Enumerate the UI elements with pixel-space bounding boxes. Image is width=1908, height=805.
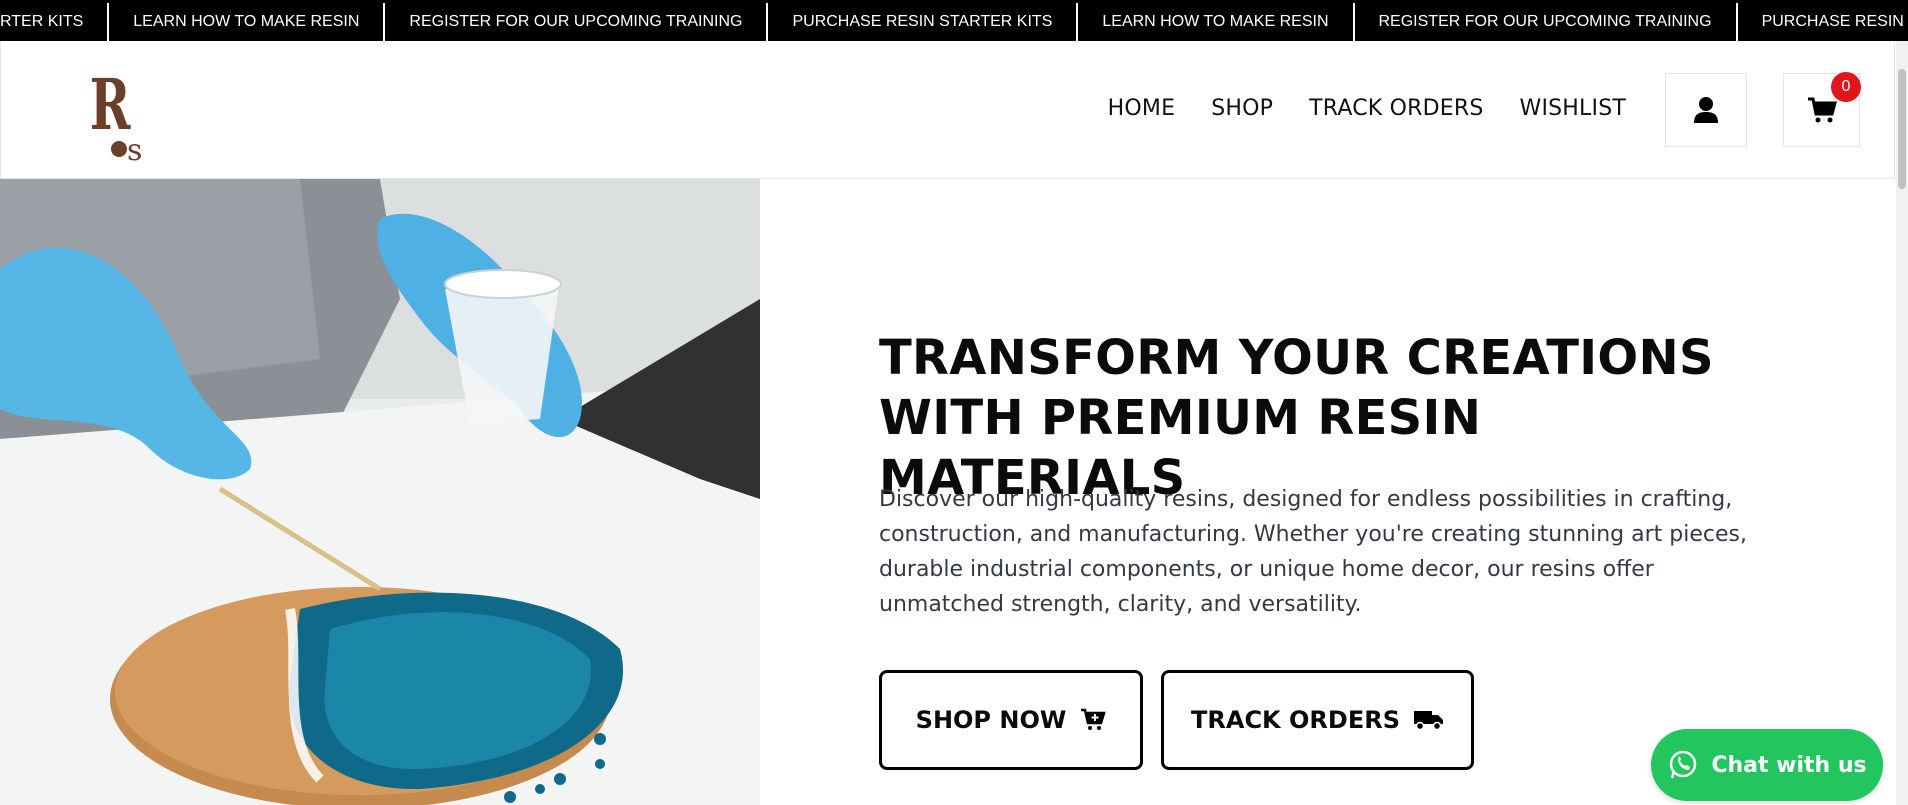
nav-track-orders[interactable]: TRACK ORDERS [1309, 96, 1483, 121]
chat-label: Chat with us [1711, 752, 1867, 778]
main-nav: HOME SHOP TRACK ORDERS WISHLIST [1108, 96, 1626, 121]
shop-now-label: SHOP NOW [915, 706, 1067, 734]
ticker-item[interactable]: RTER KITS [0, 3, 110, 41]
nav-shop[interactable]: SHOP [1211, 96, 1273, 121]
ticker-item[interactable]: PURCHASE RESIN STARTER KI [1737, 3, 1908, 41]
account-button[interactable] [1665, 73, 1747, 147]
ticker-track: RTER KITS LEARN HOW TO MAKE RESIN REGIST… [0, 3, 1908, 41]
hero-description: Discover our high-quality resins, design… [879, 487, 1747, 617]
site-header: R s HOME SHOP TRACK ORDERS WISHLIST 0 [0, 41, 1895, 179]
ticker-item[interactable]: REGISTER FOR OUR UPCOMING TRAINING [1354, 3, 1738, 41]
cart-icon [1807, 97, 1837, 123]
site-logo[interactable]: R s [87, 64, 157, 168]
track-orders-button[interactable]: TRACK ORDERS [1161, 670, 1474, 770]
svg-text:s: s [127, 133, 142, 167]
ticker-item[interactable]: PURCHASE RESIN STARTER KITS [768, 3, 1079, 41]
ticker-item[interactable]: LEARN HOW TO MAKE RESIN [1078, 3, 1355, 41]
ticker-item[interactable]: REGISTER FOR OUR UPCOMING TRAINING [385, 3, 769, 41]
hero-image [0, 179, 760, 805]
user-icon [1694, 97, 1718, 123]
cart-count-badge: 0 [1831, 72, 1861, 102]
chat-button[interactable]: Chat with us [1651, 729, 1883, 801]
ticker-item[interactable]: LEARN HOW TO MAKE RESIN [109, 3, 386, 41]
page-scrollbar[interactable] [1896, 41, 1908, 805]
whatsapp-icon [1670, 750, 1697, 779]
scrollbar-thumb[interactable] [1898, 69, 1906, 189]
shop-now-button[interactable]: SHOP NOW [879, 670, 1143, 770]
nav-wishlist[interactable]: WISHLIST [1520, 96, 1627, 121]
svg-text:R: R [90, 67, 131, 146]
cart-plus-icon [1081, 708, 1107, 730]
cart-button[interactable]: 0 [1783, 72, 1861, 147]
announcement-ticker: RTER KITS LEARN HOW TO MAKE RESIN REGIST… [0, 0, 1908, 41]
truck-icon [1413, 711, 1443, 731]
hero-title: TRANSFORM YOUR CREATIONS WITH PREMIUM RE… [879, 330, 1714, 506]
track-orders-label: TRACK ORDERS [1191, 706, 1400, 734]
nav-home[interactable]: HOME [1108, 96, 1176, 121]
